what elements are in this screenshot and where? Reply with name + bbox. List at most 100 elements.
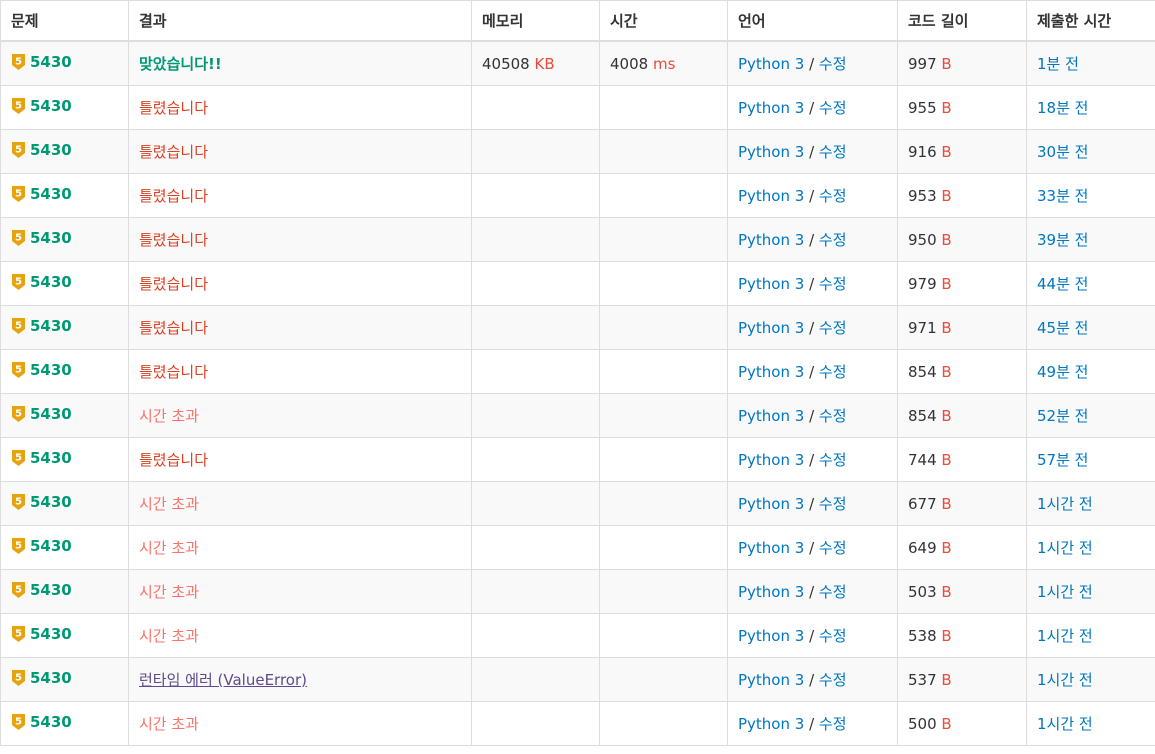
table-row: 5 5430 틀렸습니다 Python 3 / 수정 916 B 30분 전 [0, 129, 1155, 174]
submitted-time-cell: 1분 전 [1026, 40, 1155, 86]
submitted-time-link[interactable]: 1분 전 [1037, 55, 1079, 73]
problem-link[interactable]: 5 5430 [11, 229, 72, 247]
code-length-unit: B [941, 362, 952, 381]
language-link[interactable]: Python 3 [738, 715, 804, 733]
submitted-time-cell: 44분 전 [1026, 261, 1155, 306]
result-cell: 틀렸습니다 [128, 261, 472, 306]
submitted-time-link[interactable]: 1시간 전 [1037, 539, 1093, 557]
edit-link[interactable]: 수정 [819, 319, 847, 337]
problem-link[interactable]: 5 5430 [11, 625, 72, 643]
code-length-cell: 538 B [897, 613, 1027, 658]
edit-link[interactable]: 수정 [819, 671, 847, 689]
language-link[interactable]: Python 3 [738, 583, 804, 601]
code-length-unit: B [941, 670, 952, 689]
submitted-time-link[interactable]: 49분 전 [1037, 363, 1088, 381]
table-row: 5 5430 틀렸습니다 Python 3 / 수정 950 B 39분 전 [0, 217, 1155, 262]
problem-cell: 5 5430 [0, 481, 129, 526]
memory-cell [471, 569, 600, 614]
submitted-time-link[interactable]: 45분 전 [1037, 319, 1088, 337]
language-cell: Python 3 / 수정 [727, 569, 898, 614]
problem-link[interactable]: 5 5430 [11, 53, 72, 71]
submitted-time-link[interactable]: 57분 전 [1037, 451, 1088, 469]
submitted-time-cell: 1시간 전 [1026, 613, 1155, 658]
problem-link[interactable]: 5 5430 [11, 97, 72, 115]
problem-link[interactable]: 5 5430 [11, 141, 72, 159]
edit-link[interactable]: 수정 [819, 55, 847, 73]
time-cell [599, 437, 728, 482]
submitted-time-link[interactable]: 1시간 전 [1037, 671, 1093, 689]
language-link[interactable]: Python 3 [738, 231, 804, 249]
language-link[interactable]: Python 3 [738, 495, 804, 513]
language-link[interactable]: Python 3 [738, 319, 804, 337]
problem-link[interactable]: 5 5430 [11, 361, 72, 379]
problem-link[interactable]: 5 5430 [11, 669, 72, 687]
bronze-5-tier-icon: 5 [11, 361, 26, 379]
svg-text:5: 5 [15, 408, 22, 419]
problem-link[interactable]: 5 5430 [11, 185, 72, 203]
edit-link[interactable]: 수정 [819, 187, 847, 205]
code-length-cell: 953 B [897, 173, 1027, 218]
submitted-time-link[interactable]: 18분 전 [1037, 99, 1088, 117]
svg-text:5: 5 [15, 276, 22, 287]
edit-link[interactable]: 수정 [819, 583, 847, 601]
problem-number: 5430 [30, 316, 72, 335]
submitted-time-cell: 52분 전 [1026, 393, 1155, 438]
language-link[interactable]: Python 3 [738, 671, 804, 689]
problem-link[interactable]: 5 5430 [11, 449, 72, 467]
language-cell: Python 3 / 수정 [727, 129, 898, 174]
submitted-time-link[interactable]: 30분 전 [1037, 143, 1088, 161]
problem-link[interactable]: 5 5430 [11, 581, 72, 599]
submitted-time-link[interactable]: 39분 전 [1037, 231, 1088, 249]
memory-cell [471, 437, 600, 482]
result-status: 시간 초과 [139, 583, 199, 601]
edit-link[interactable]: 수정 [819, 275, 847, 293]
code-length-value: 744 [908, 450, 937, 469]
problem-link[interactable]: 5 5430 [11, 405, 72, 423]
edit-link[interactable]: 수정 [819, 627, 847, 645]
problem-link[interactable]: 5 5430 [11, 273, 72, 291]
language-cell: Python 3 / 수정 [727, 657, 898, 702]
edit-link[interactable]: 수정 [819, 407, 847, 425]
problem-link[interactable]: 5 5430 [11, 493, 72, 511]
submitted-time-link[interactable]: 1시간 전 [1037, 715, 1093, 733]
time-cell [599, 173, 728, 218]
problem-link[interactable]: 5 5430 [11, 713, 72, 731]
header-problem: 문제 [0, 0, 129, 42]
problem-cell: 5 5430 [0, 217, 129, 262]
edit-link[interactable]: 수정 [819, 495, 847, 513]
result-status[interactable]: 런타임 에러 (ValueError) [139, 671, 307, 689]
language-link[interactable]: Python 3 [738, 627, 804, 645]
edit-link[interactable]: 수정 [819, 231, 847, 249]
language-link[interactable]: Python 3 [738, 539, 804, 557]
edit-link[interactable]: 수정 [819, 539, 847, 557]
memory-cell [471, 701, 600, 746]
edit-link[interactable]: 수정 [819, 715, 847, 733]
submitted-time-cell: 1시간 전 [1026, 481, 1155, 526]
submitted-time-link[interactable]: 1시간 전 [1037, 583, 1093, 601]
language-link[interactable]: Python 3 [738, 407, 804, 425]
language-link[interactable]: Python 3 [738, 451, 804, 469]
problem-number: 5430 [30, 448, 72, 467]
problem-cell: 5 5430 [0, 305, 129, 350]
edit-link[interactable]: 수정 [819, 99, 847, 117]
edit-link[interactable]: 수정 [819, 451, 847, 469]
submitted-time-cell: 1시간 전 [1026, 701, 1155, 746]
table-row: 5 5430 틀렸습니다 Python 3 / 수정 971 B 45분 전 [0, 305, 1155, 350]
submitted-time-link[interactable]: 1시간 전 [1037, 495, 1093, 513]
submitted-time-link[interactable]: 44분 전 [1037, 275, 1088, 293]
language-link[interactable]: Python 3 [738, 363, 804, 381]
edit-link[interactable]: 수정 [819, 143, 847, 161]
language-link[interactable]: Python 3 [738, 187, 804, 205]
table-row: 5 5430 시간 초과 Python 3 / 수정 503 B 1시간 전 [0, 569, 1155, 614]
submitted-time-link[interactable]: 33분 전 [1037, 187, 1088, 205]
problem-link[interactable]: 5 5430 [11, 317, 72, 335]
language-link[interactable]: Python 3 [738, 275, 804, 293]
language-link[interactable]: Python 3 [738, 99, 804, 117]
edit-link[interactable]: 수정 [819, 363, 847, 381]
language-link[interactable]: Python 3 [738, 143, 804, 161]
problem-link[interactable]: 5 5430 [11, 537, 72, 555]
language-link[interactable]: Python 3 [738, 55, 804, 73]
submitted-time-link[interactable]: 1시간 전 [1037, 627, 1093, 645]
code-length-value: 971 [908, 318, 937, 337]
submitted-time-link[interactable]: 52분 전 [1037, 407, 1088, 425]
